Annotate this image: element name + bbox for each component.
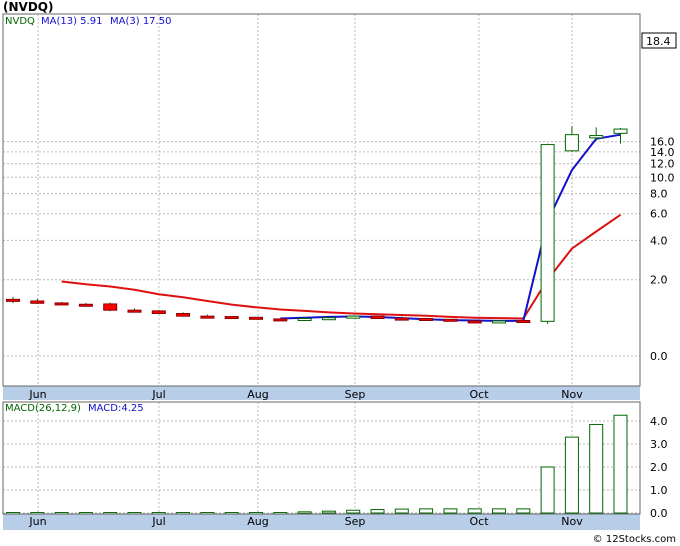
- macd-bar: [564, 436, 579, 514]
- macd-bars: [6, 414, 628, 515]
- candle-body: [516, 320, 531, 324]
- chart-canvas: 0.02.04.06.08.010.012.014.016.0JunJunJul…: [2, 13, 677, 530]
- candle-body: [467, 320, 482, 324]
- macd-tick-label: 4.0: [650, 415, 668, 428]
- macd-bar: [516, 508, 531, 514]
- macd-bar: [443, 508, 458, 514]
- candle-body: [419, 318, 434, 322]
- month-tick-label: Oct: [469, 515, 489, 528]
- candle-body: [564, 134, 579, 152]
- candle-body: [321, 317, 336, 321]
- macd-bar: [419, 508, 434, 514]
- macd-tick-label: 2.0: [650, 461, 668, 474]
- month-tick-label: Sep: [345, 515, 366, 528]
- macd-legend-label: MACD(26,12,9): [5, 403, 81, 414]
- candle-body: [30, 300, 45, 304]
- macd-bar: [297, 511, 312, 514]
- legends: NVDQ MA(13) 5.91 MA(3) 17.50 MACD(26,12,…: [5, 16, 171, 414]
- macd-bar: [370, 509, 385, 514]
- month-tick-label: Nov: [561, 388, 583, 401]
- macd-bar: [346, 509, 361, 514]
- legend-ma13: MA(13) 5.91: [41, 16, 102, 27]
- price-tick-label: 4.0: [650, 234, 668, 247]
- last-price-tag: 18.4: [641, 32, 677, 49]
- macd-bar: [394, 508, 409, 514]
- macd-bar: [321, 510, 336, 514]
- candle-body: [394, 317, 409, 321]
- candle-body: [540, 144, 555, 322]
- candle-body: [78, 303, 93, 307]
- legend-ma3: MA(3) 17.50: [110, 16, 171, 27]
- candle-body: [224, 316, 239, 320]
- price-axis-band: [3, 386, 640, 400]
- candle-body: [613, 128, 628, 134]
- candle-body: [346, 315, 361, 319]
- month-tick-label: Jul: [151, 388, 165, 401]
- price-tick-label: 16.0: [650, 136, 675, 149]
- candle-body: [151, 310, 166, 314]
- ma3-line: [280, 133, 621, 322]
- month-tick-label: Jun: [28, 515, 46, 528]
- candle-body: [589, 135, 604, 139]
- candle-body: [443, 318, 458, 322]
- price-tick-label: 6.0: [650, 208, 668, 221]
- month-tick-label: Aug: [247, 388, 268, 401]
- price-tick-label: 2.0: [650, 274, 668, 287]
- price-tick-label: 8.0: [650, 188, 668, 201]
- macd-bar: [467, 508, 482, 514]
- last-price-label: 18.4: [646, 35, 671, 48]
- macd-bar: [589, 423, 604, 514]
- month-tick-label: Jun: [28, 388, 46, 401]
- macd-bar: [492, 508, 506, 514]
- macd-axis-band: [3, 514, 640, 530]
- legend-price: NVDQ: [5, 16, 35, 27]
- price-tick-label: 10.0: [650, 171, 675, 184]
- footer-credit: © 12Stocks.com: [592, 534, 676, 545]
- macd-bar: [540, 466, 555, 514]
- candle-body: [176, 312, 191, 317]
- candle-body: [6, 298, 20, 302]
- macd-tick-label: 3.0: [650, 438, 668, 451]
- macd-bar: [613, 414, 628, 514]
- candle-body: [200, 315, 215, 319]
- candle-body: [297, 318, 312, 322]
- candle-body: [273, 318, 288, 322]
- price-tick-label: 0.0: [650, 350, 668, 363]
- month-tick-label: Sep: [345, 388, 366, 401]
- candle-body: [54, 302, 69, 306]
- candle-body: [370, 315, 385, 320]
- candle-body: [103, 303, 118, 311]
- month-tick-label: Jul: [151, 515, 165, 528]
- month-tick-label: Oct: [469, 388, 489, 401]
- macd-legend-value: MACD:4.25: [88, 403, 144, 414]
- candle-body: [127, 309, 142, 313]
- month-tick-label: Aug: [247, 515, 268, 528]
- macd-tick-label: 1.0: [650, 484, 668, 497]
- price-tick-label: 12.0: [650, 158, 675, 171]
- month-tick-label: Nov: [561, 515, 583, 528]
- ma3-series: [280, 133, 621, 322]
- candles: [6, 126, 628, 324]
- candle-body: [492, 320, 506, 324]
- chart-root: (NVDQ) 0.0 2.0 4.0 6.0 8.0 10.0 12.0 14.0 16.0 Ju…: [0, 0, 680, 546]
- macd-tick-label: 0.0: [650, 507, 668, 520]
- candle-body: [249, 316, 263, 320]
